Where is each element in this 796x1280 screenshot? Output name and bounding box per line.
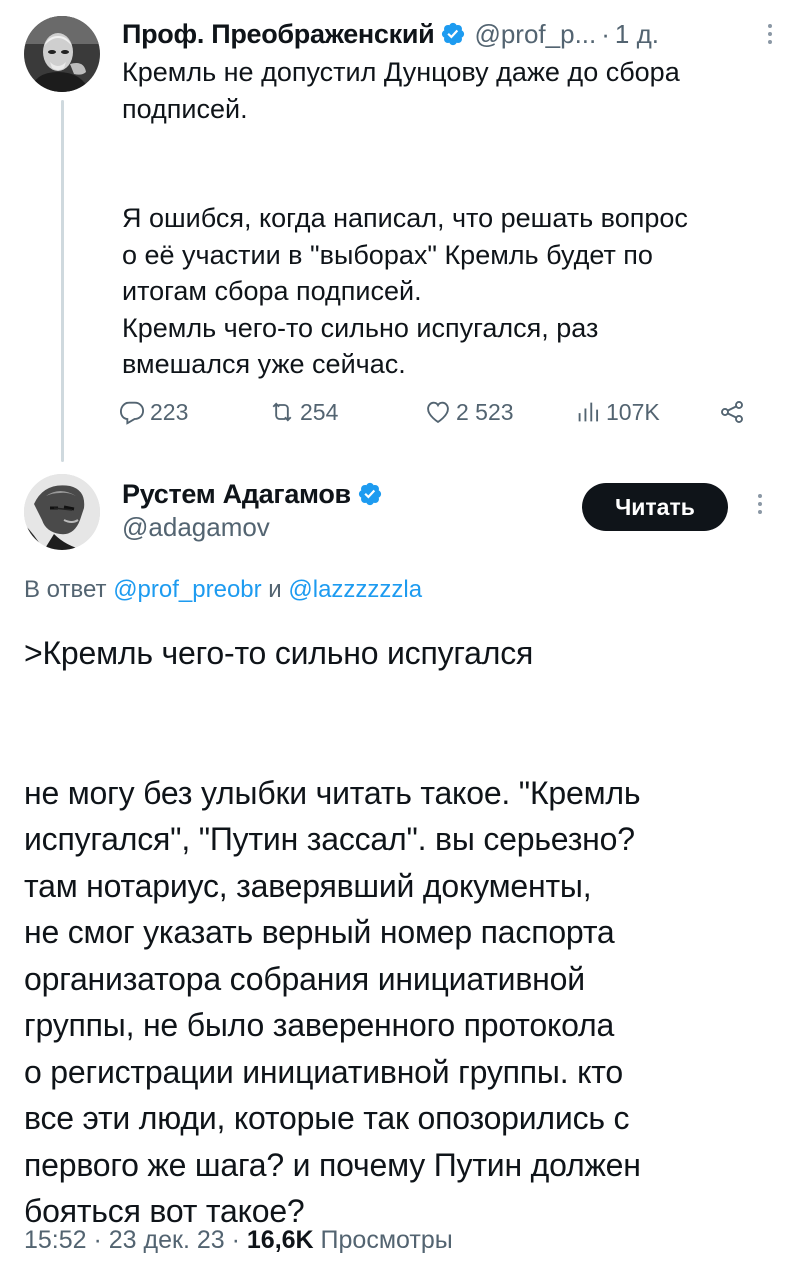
retweet-count: 254 [300, 398, 339, 425]
separator-dot: · [224, 1226, 247, 1254]
reply-context: В ответ @prof_preobr и @lazzzzzzla [24, 576, 422, 604]
parent-author-avatar[interactable] [24, 16, 100, 92]
reply-mention-link[interactable]: @prof_preobr [113, 576, 261, 603]
parent-tweet-time[interactable]: 1 д. [615, 19, 659, 50]
main-author-handle[interactable]: @adagamov [122, 512, 270, 543]
reply-icon [119, 401, 145, 425]
reply-conjunction: и [261, 576, 289, 603]
parent-tweet-header: Проф. Преображенский @prof_p... · 1 д. [122, 14, 782, 54]
verified-badge-icon [440, 21, 466, 47]
views-icon [578, 402, 599, 422]
views-label: Просмотры [313, 1226, 453, 1254]
reply-count: 223 [150, 398, 189, 425]
parent-tweet-actions: 223 254 2 523 107K [118, 392, 758, 432]
views-count: 16,6K [246, 1226, 314, 1254]
separator-dot: · [86, 1226, 109, 1254]
thread-connector-line [61, 100, 64, 462]
more-icon[interactable] [758, 20, 782, 48]
retweet-button[interactable]: 254 [268, 392, 338, 432]
share-icon [721, 401, 743, 423]
parent-author-name[interactable]: Проф. Преображенский [122, 19, 435, 50]
main-author-avatar[interactable] [24, 474, 100, 550]
share-button[interactable] [718, 392, 750, 432]
main-tweet-text: >Кремль чего-то сильно испугался не могу… [24, 635, 641, 1229]
views-button[interactable]: 107K [574, 392, 660, 432]
more-icon[interactable] [748, 490, 772, 518]
parent-tweet-text: Кремль не допустил Дунцову даже до сбора… [122, 57, 688, 379]
like-icon [427, 401, 449, 424]
tweet-time[interactable]: 15:52 [24, 1226, 87, 1254]
reply-button[interactable]: 223 [118, 392, 188, 432]
tweet-date[interactable]: 23 дек. 23 [109, 1226, 225, 1254]
like-button[interactable]: 2 523 [424, 392, 514, 432]
reply-prefix: В ответ [24, 576, 114, 603]
parent-tweet: Проф. Преображенский @prof_p... · 1 д. К… [0, 0, 796, 470]
tweet-metadata: 15:52 · 23 дек. 23 · 16,6K Просмотры [24, 1226, 453, 1255]
reply-mention-link[interactable]: @lazzzzzzla [288, 576, 422, 603]
retweet-icon [272, 402, 292, 422]
follow-button[interactable]: Читать [582, 483, 728, 531]
views-count: 107K [606, 398, 660, 425]
verified-badge-icon [357, 481, 383, 507]
main-author-name[interactable]: Рустем Адагамов [122, 479, 351, 510]
parent-author-handle[interactable]: @prof_p... [474, 19, 596, 50]
main-tweet-header: Рустем Адагамов [122, 474, 383, 514]
separator-dot: · [601, 18, 610, 49]
like-count: 2 523 [456, 398, 514, 425]
